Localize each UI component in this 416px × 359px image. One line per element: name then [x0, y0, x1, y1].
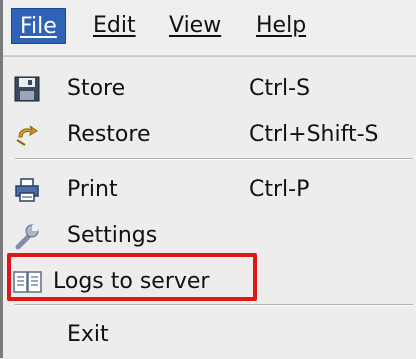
- floppy-disk-icon: [13, 75, 41, 103]
- menu-edit[interactable]: Edit: [85, 8, 144, 44]
- menu-item-exit[interactable]: Exit: [3, 313, 416, 357]
- menu-file-label: File: [20, 14, 57, 39]
- printer-icon: [13, 176, 41, 204]
- menu-separator: [15, 304, 413, 306]
- file-menu-dropdown: Store Ctrl-S Restore Ctrl+Shift-S Print …: [3, 56, 416, 359]
- menu-item-exit-label: Exit: [67, 322, 109, 347]
- menu-item-print-shortcut: Ctrl-P: [249, 177, 310, 202]
- menu-item-logs-to-server[interactable]: Logs to server: [3, 260, 416, 304]
- menu-separator: [15, 158, 413, 160]
- menu-help-label: Help: [256, 13, 307, 38]
- menu-help[interactable]: Help: [248, 8, 314, 44]
- menu-file[interactable]: File: [11, 8, 66, 44]
- menu-item-store-label: Store: [67, 76, 126, 101]
- menu-item-print[interactable]: Print Ctrl-P: [3, 168, 416, 212]
- menu-item-restore-shortcut: Ctrl+Shift-S: [249, 122, 379, 147]
- menu-item-settings-label: Settings: [67, 223, 158, 248]
- menu-item-store[interactable]: Store Ctrl-S: [3, 67, 416, 111]
- menu-item-restore[interactable]: Restore Ctrl+Shift-S: [3, 113, 416, 157]
- menu-view-label: View: [169, 13, 222, 38]
- menu-item-store-shortcut: Ctrl-S: [249, 76, 311, 101]
- restore-arrow-icon: [13, 121, 41, 149]
- menu-view[interactable]: View: [161, 8, 229, 44]
- menu-item-print-label: Print: [67, 177, 118, 202]
- menu-edit-label: Edit: [93, 13, 136, 38]
- wrench-icon: [13, 222, 41, 250]
- document-icon: [13, 268, 42, 296]
- menu-bar: File Edit View Help: [3, 0, 416, 56]
- menu-item-settings[interactable]: Settings: [3, 214, 416, 258]
- menu-item-logs-to-server-label: Logs to server: [53, 269, 210, 294]
- menu-item-restore-label: Restore: [67, 122, 151, 147]
- application-window: File Edit View Help Store Ctrl-S Restore…: [0, 0, 416, 359]
